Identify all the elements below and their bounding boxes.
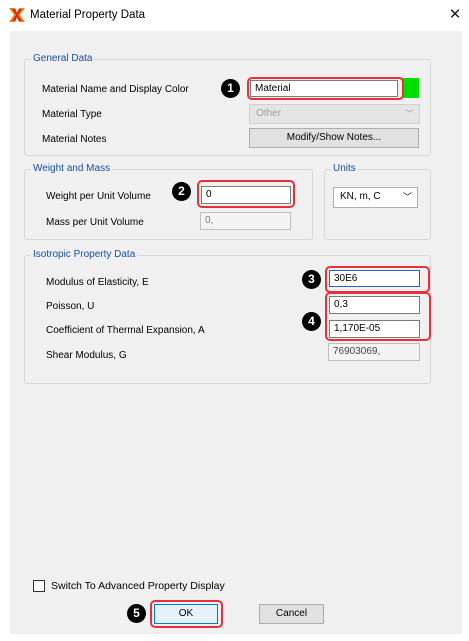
step-badge-2: 2 <box>172 182 191 201</box>
app-icon <box>9 8 25 22</box>
highlight-3 <box>325 266 430 293</box>
chevron-down-icon: ﹀ <box>402 192 412 202</box>
modulus-label: Modulus of Elasticity, E <box>46 277 149 288</box>
material-type-value: Other <box>256 108 282 119</box>
highlight-4 <box>325 292 431 341</box>
units-select[interactable]: KN, m, C ﹀ <box>333 187 418 208</box>
step-badge-5: 5 <box>127 604 146 623</box>
cancel-button[interactable]: Cancel <box>259 604 324 624</box>
modify-notes-button[interactable]: Modify/Show Notes... <box>249 128 419 148</box>
material-name-label: Material Name and Display Color <box>42 84 189 95</box>
display-color-swatch[interactable] <box>402 78 419 98</box>
poisson-label: Poisson, U <box>46 301 95 312</box>
general-data-legend: General Data <box>33 53 93 64</box>
shear-label: Shear Modulus, G <box>46 350 127 361</box>
highlight-5 <box>150 600 223 628</box>
highlight-2 <box>197 180 295 208</box>
advanced-checkbox[interactable] <box>33 580 45 592</box>
step-badge-1: 1 <box>221 79 240 98</box>
highlight-1 <box>247 77 404 100</box>
material-notes-label: Material Notes <box>42 134 107 145</box>
units-value: KN, m, C <box>340 191 381 202</box>
window-title: Material Property Data <box>30 9 146 21</box>
step-badge-4: 4 <box>302 312 321 331</box>
units-legend: Units <box>333 163 356 174</box>
mass-field: 0, <box>200 212 291 230</box>
chevron-down-icon: ﹀ <box>404 109 414 119</box>
mass-label: Mass per Unit Volume <box>46 217 144 228</box>
shear-field: 76903069, <box>328 343 420 361</box>
material-type-label: Material Type <box>42 109 102 120</box>
thermal-label: Coefficient of Thermal Expansion, A <box>46 325 205 336</box>
step-badge-3: 3 <box>302 270 321 289</box>
isotropic-legend: Isotropic Property Data <box>33 249 136 260</box>
title-bar: Material Property Data ✕ <box>0 0 469 30</box>
advanced-label[interactable]: Switch To Advanced Property Display <box>51 580 225 592</box>
weight-label: Weight per Unit Volume <box>46 191 151 202</box>
close-icon[interactable]: ✕ <box>446 5 464 25</box>
weight-mass-legend: Weight and Mass <box>33 163 111 174</box>
material-type-select[interactable]: Other ﹀ <box>249 104 420 124</box>
